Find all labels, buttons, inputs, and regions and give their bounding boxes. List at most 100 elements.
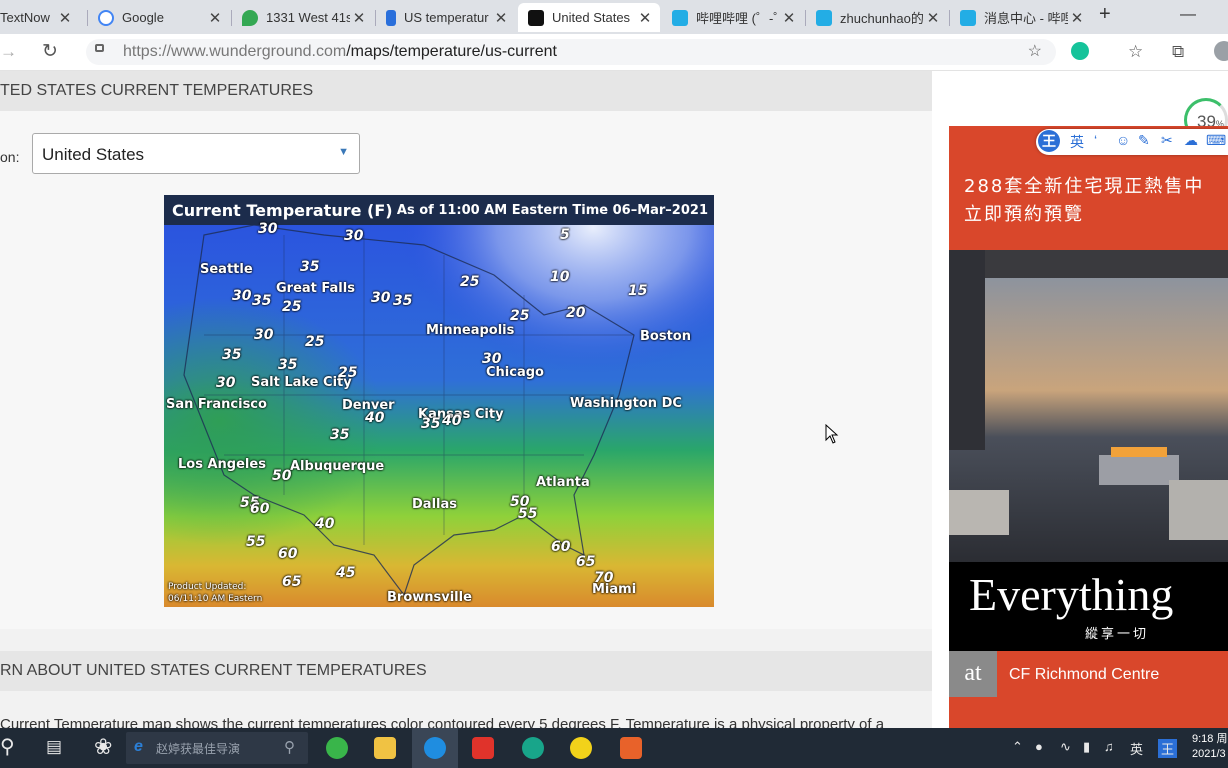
url-path: /maps/temperature/us-current [346, 43, 557, 60]
grammarly-icon[interactable] [1071, 42, 1089, 60]
tab-title: Google [122, 10, 164, 25]
temp-label: 45 [336, 565, 356, 581]
close-icon[interactable]: ✕ [350, 9, 368, 27]
ad-slogan-cn: 縱享一切 [1085, 627, 1150, 642]
close-icon[interactable]: ✕ [780, 9, 798, 27]
url-text[interactable]: https://www.wunderground.com/maps/temper… [123, 43, 557, 61]
minimize-icon[interactable]: — [1180, 6, 1196, 24]
temp-label: 35 [393, 293, 413, 309]
search-icon[interactable]: ⚲ [0, 734, 15, 759]
taskbar: ⚲ ▤ ❀ e 赵婷获最佳导演 ⚲ ⌃ ● ∿ ▮ ♫ 英 王 9:18 周 2… [0, 728, 1228, 768]
ime-mode-button[interactable]: 王 [1038, 130, 1060, 152]
bilibili-icon [960, 9, 976, 26]
pinwheel-icon[interactable]: ❀ [94, 734, 112, 760]
ad-slogan: Everything [969, 569, 1174, 620]
temp-label: 20 [566, 305, 586, 321]
office-icon[interactable] [620, 737, 642, 759]
profile-icon[interactable] [1214, 41, 1228, 61]
wifi-icon[interactable]: ∿ [1060, 739, 1071, 755]
360-browser-icon[interactable] [326, 737, 348, 759]
city-label: Seattle [200, 262, 253, 277]
close-icon[interactable]: ✕ [636, 9, 654, 27]
tab-textnow[interactable]: TextNow ✕ [0, 3, 80, 32]
city-label: Minneapolis [426, 323, 515, 338]
bing-icon [386, 9, 396, 26]
temp-label: 35 [300, 259, 320, 275]
ad-subheadline: 立即預約預覽 [964, 204, 1084, 225]
temp-label: 5 [560, 227, 570, 243]
temp-label: 30 [216, 375, 236, 391]
back-icon[interactable]: → [0, 42, 17, 62]
scissors-icon[interactable]: ✂ [1161, 132, 1173, 149]
city-label: Great Falls [276, 281, 355, 296]
tab-title: 消息中心 - 哔哩 [984, 11, 1068, 26]
pen-icon[interactable]: ✎ [1138, 132, 1150, 149]
lock-icon[interactable] [95, 44, 104, 52]
close-icon[interactable]: ✕ [206, 9, 224, 27]
city-label: Dallas [412, 497, 457, 512]
tab-bilibili-3[interactable]: 消息中心 - 哔哩 ✕ [950, 3, 1092, 32]
collections-icon[interactable]: ⧉ [1172, 42, 1184, 62]
tab-maps[interactable]: 1331 West 41s ✕ [232, 3, 374, 32]
tab-wunderground[interactable]: United States ✕ [518, 3, 660, 32]
city-label: Brownsville [387, 590, 472, 605]
chatgpt-icon[interactable] [522, 737, 544, 759]
search-placeholder: 赵婷获最佳导演 [156, 742, 241, 756]
tab-bing[interactable]: US temperatur ✕ [376, 3, 516, 32]
temp-label: 60 [551, 539, 571, 555]
temp-label: 25 [338, 365, 358, 381]
region-select[interactable]: United States ▼ [32, 133, 360, 174]
temp-label: 25 [305, 334, 325, 350]
favorite-add-icon[interactable]: ☆ [1028, 41, 1042, 61]
tab-strip: TextNow ✕ Google ✕ 1331 West 41s ✕ US te… [0, 0, 1228, 34]
address-bar[interactable]: https://www.wunderground.com/maps/temper… [86, 39, 1056, 65]
temp-label: 40 [442, 413, 462, 429]
temp-label: 35 [330, 427, 350, 443]
city-label: Los Angeles [178, 457, 266, 472]
close-icon[interactable]: ✕ [924, 9, 942, 27]
edge-app-icon[interactable] [424, 737, 446, 759]
tab-bilibili-1[interactable]: 哔哩哔哩 (゜-゜ ✕ [662, 3, 804, 32]
region-label: on: [0, 149, 20, 165]
mouse-cursor-icon [825, 424, 839, 444]
city-label: San Francisco [166, 397, 267, 412]
city-label: Chicago [486, 365, 544, 380]
file-explorer-icon[interactable] [374, 737, 396, 759]
temp-label: 55 [246, 534, 266, 550]
tray-ime[interactable]: 王 [1158, 739, 1178, 758]
taskbar-search-box[interactable]: e 赵婷获最佳导演 ⚲ [126, 732, 308, 764]
new-tab-button[interactable]: + [1099, 3, 1111, 26]
keyboard-icon[interactable]: ⌨ [1206, 132, 1226, 149]
notification-bell-icon[interactable]: ● [1035, 739, 1043, 754]
advertisement[interactable]: 288套全新住宅現正熱售中 立即預約預覽 Everything 縱享一切 at … [949, 126, 1228, 728]
tab-title: zhuchunhao的 [840, 11, 924, 26]
refresh-icon[interactable]: ↻ [42, 40, 58, 63]
temp-label: 50 [272, 468, 292, 484]
map-timestamp: As of 11:00 AM Eastern Time 06–Mar–2021 [396, 203, 708, 218]
chevron-up-icon[interactable]: ⌃ [1012, 739, 1023, 755]
close-icon[interactable]: ✕ [492, 9, 510, 27]
app-icon[interactable] [472, 737, 494, 759]
edge-icon: e [134, 738, 143, 755]
cloud-icon[interactable]: ☁ [1184, 132, 1198, 149]
tab-title: 哔哩哔哩 (゜-゜ [696, 11, 780, 26]
punctuation-icon[interactable]: ‘ [1094, 132, 1097, 148]
battery-icon[interactable]: ▮ [1083, 739, 1090, 755]
temp-label: 55 [518, 506, 538, 522]
ad-at: at [949, 651, 997, 697]
close-icon[interactable]: ✕ [1068, 9, 1086, 27]
temp-label: 30 [371, 290, 391, 306]
taskbar-clock[interactable]: 9:18 周 2021/3 [1192, 732, 1227, 762]
tab-bilibili-2[interactable]: zhuchunhao的 ✕ [806, 3, 948, 32]
close-icon[interactable]: ✕ [56, 9, 74, 27]
wunderground-icon [528, 9, 544, 26]
volume-icon[interactable]: ♫ [1104, 739, 1114, 754]
task-view-icon[interactable]: ▤ [46, 737, 62, 757]
temp-label: 10 [550, 269, 570, 285]
ime-lang-button[interactable]: 英 [1070, 132, 1084, 152]
tray-lang[interactable]: 英 [1130, 739, 1143, 758]
emoji-icon[interactable]: ☺ [1116, 132, 1130, 148]
tab-google[interactable]: Google ✕ [88, 3, 230, 32]
favorites-icon[interactable]: ☆ [1128, 42, 1143, 62]
health-app-icon[interactable] [570, 737, 592, 759]
